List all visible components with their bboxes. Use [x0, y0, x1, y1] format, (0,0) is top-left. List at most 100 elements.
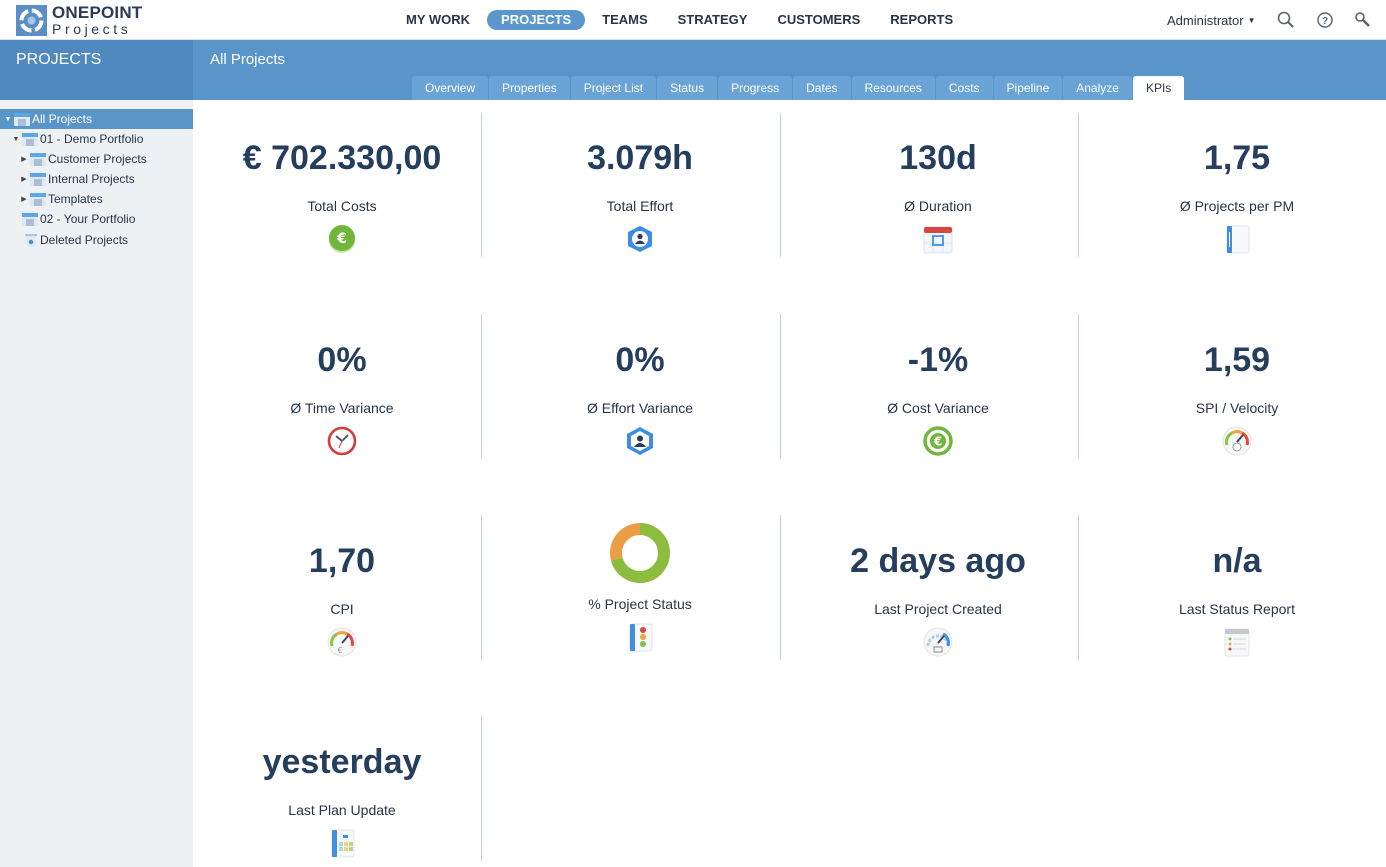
kpi-last-plan-update[interactable]: yesterday Last Plan Update: [193, 742, 491, 864]
clock-icon: [327, 426, 357, 456]
logo-line1: ONEPOINT: [52, 3, 143, 22]
main-nav: MY WORK PROJECTS TEAMS STRATEGY CUSTOMER…: [396, 10, 973, 30]
expand-arrow-icon[interactable]: ▼: [4, 116, 12, 123]
tree-item-label: Deleted Projects: [40, 233, 129, 247]
help-icon[interactable]: ?: [1316, 11, 1334, 29]
tab-kpis[interactable]: KPIs: [1132, 76, 1185, 100]
kpi-label: % Project Status: [588, 596, 692, 612]
tree-item-label: Customer Projects: [48, 152, 147, 166]
nav-reports[interactable]: REPORTS: [880, 10, 963, 30]
kpi-total-costs[interactable]: € 702.330,00 Total Costs €: [193, 138, 491, 260]
kpi-value: 1,75: [1203, 139, 1271, 177]
tree-item-all-projects[interactable]: ▼ All Projects: [0, 109, 193, 129]
tree-item-label: Templates: [48, 192, 103, 206]
kpi-label: Total Costs: [307, 198, 377, 214]
kpi-label: Last Plan Update: [288, 802, 396, 818]
tree-item-your-portfolio[interactable]: 02 - Your Portfolio: [0, 209, 193, 229]
collapse-arrow-icon[interactable]: ▶: [20, 195, 28, 203]
main-header: All Projects Overview Properties Project…: [193, 40, 1386, 100]
kpi-label: Ø Time Variance: [290, 400, 394, 416]
kpi-value: 0%: [317, 341, 367, 379]
kpi-value: 1,70: [308, 542, 376, 580]
person-hexagon-icon: [627, 427, 653, 455]
tab-dates[interactable]: Dates: [793, 76, 851, 100]
kpi-grid: € 702.330,00 Total Costs € 3.079h Total …: [193, 100, 1386, 867]
svg-text:€: €: [336, 231, 347, 247]
tab-properties[interactable]: Properties: [489, 76, 570, 100]
tab-resources[interactable]: Resources: [851, 76, 935, 100]
binder-icon: [1226, 225, 1250, 254]
tree-item-customer-projects[interactable]: ▶ Customer Projects: [0, 149, 193, 169]
search-icon[interactable]: [1277, 11, 1295, 29]
kpi-duration[interactable]: 130d Ø Duration: [789, 138, 1087, 260]
sidebar-header: PROJECTS: [0, 40, 193, 100]
traffic-light-binder-icon: [629, 623, 653, 652]
expand-arrow-icon[interactable]: ▼: [12, 136, 20, 143]
kpi-cpi[interactable]: 1,70 CPI €: [193, 541, 491, 663]
status-report-icon: [1224, 628, 1250, 657]
tools-icon[interactable]: [1354, 11, 1372, 29]
tab-overview[interactable]: Overview: [412, 76, 489, 100]
kpi-value: yesterday: [262, 743, 422, 781]
plan-binder-icon: [331, 829, 355, 858]
person-hexagon-icon: [628, 226, 652, 252]
kpi-project-status[interactable]: % Project Status: [491, 522, 789, 658]
kpi-cost-variance[interactable]: -1% Ø Cost Variance €: [789, 340, 1087, 462]
tab-analyze[interactable]: Analyze: [1063, 76, 1132, 100]
tree-item-deleted-projects[interactable]: Deleted Projects: [0, 230, 193, 250]
kpi-projects-per-pm[interactable]: 1,75 Ø Projects per PM: [1088, 138, 1386, 260]
nav-teams[interactable]: TEAMS: [592, 10, 658, 30]
tab-pipeline[interactable]: Pipeline: [993, 76, 1063, 100]
user-name: Administrator: [1167, 13, 1244, 28]
tree-item-label: 01 - Demo Portfolio: [40, 132, 144, 146]
kpi-value: 0%: [615, 341, 665, 379]
kpi-total-effort[interactable]: 3.079h Total Effort: [491, 138, 789, 260]
tree-item-demo-portfolio[interactable]: ▼ 01 - Demo Portfolio: [0, 129, 193, 149]
tab-bar: Overview Properties Project List Status …: [412, 76, 1185, 100]
nav-strategy[interactable]: STRATEGY: [668, 10, 758, 30]
kpi-last-status-report[interactable]: n/a Last Status Report: [1088, 541, 1386, 663]
svg-text:€: €: [337, 646, 342, 655]
tab-progress[interactable]: Progress: [718, 76, 793, 100]
kpi-value: 1,59: [1203, 341, 1271, 379]
app-logo[interactable]: ONEPOINT Projects: [16, 4, 142, 36]
caret-down-icon: ▼: [1247, 16, 1256, 25]
tree-item-templates[interactable]: ▶ Templates: [0, 189, 193, 209]
kpi-spi-velocity[interactable]: 1,59 SPI / Velocity: [1088, 340, 1386, 462]
folder-icon: [22, 133, 38, 146]
logo-mark-icon: [16, 4, 47, 36]
page-title: All Projects: [210, 51, 286, 68]
kpi-last-project-created[interactable]: 2 days ago Last Project Created: [789, 541, 1087, 663]
gauge-monitor-icon: [923, 627, 953, 657]
nav-projects[interactable]: PROJECTS: [487, 10, 586, 30]
folder-icon: [30, 153, 46, 166]
tab-project-list[interactable]: Project List: [570, 76, 657, 100]
tab-status[interactable]: Status: [657, 76, 718, 100]
folder-icon: [22, 213, 38, 226]
sidebar-title: PROJECTS: [16, 51, 102, 68]
top-bar: ONEPOINT Projects MY WORK PROJECTS TEAMS…: [0, 0, 1386, 40]
kpi-value: 3.079h: [587, 139, 693, 177]
collapse-arrow-icon[interactable]: ▶: [20, 155, 28, 163]
tab-costs[interactable]: Costs: [935, 76, 993, 100]
kpi-time-variance[interactable]: 0% Ø Time Variance: [193, 340, 491, 462]
nav-my-work[interactable]: MY WORK: [396, 10, 480, 30]
folder-icon: [14, 113, 30, 126]
nav-customers[interactable]: CUSTOMERS: [767, 10, 870, 30]
collapse-arrow-icon[interactable]: ▶: [20, 175, 28, 183]
euro-ring-icon: €: [923, 426, 953, 456]
svg-text:?: ?: [1322, 16, 1328, 27]
kpi-effort-variance[interactable]: 0% Ø Effort Variance: [491, 340, 789, 462]
kpi-label: SPI / Velocity: [1195, 400, 1279, 416]
donut-slice-orange: [610, 523, 641, 561]
logo-line2: Projects: [52, 21, 132, 37]
trash-icon: [25, 234, 37, 247]
tree-item-label: 02 - Your Portfolio: [40, 212, 136, 226]
calendar-icon: [923, 226, 953, 254]
tree-item-internal-projects[interactable]: ▶ Internal Projects: [0, 169, 193, 189]
kpi-label: Last Status Report: [1179, 601, 1295, 617]
kpi-value: € 702.330,00: [242, 139, 442, 177]
tree-item-label: All Projects: [32, 112, 93, 126]
kpi-value: 130d: [899, 139, 977, 177]
user-menu[interactable]: Administrator ▼: [1167, 13, 1256, 28]
